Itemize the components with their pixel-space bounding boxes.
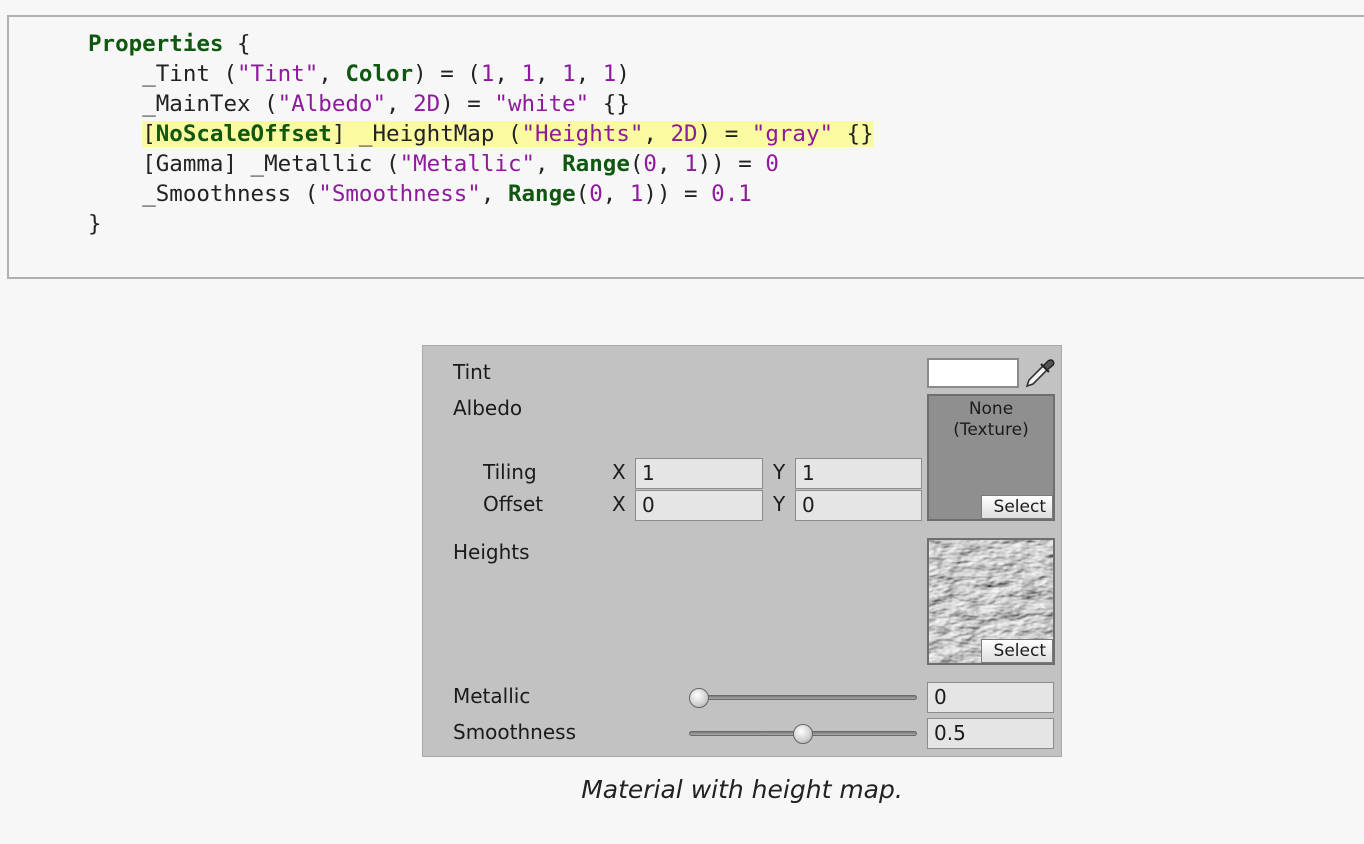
offset-x-label: X — [612, 492, 626, 516]
albedo-slot-text: None (Texture) — [953, 399, 1029, 440]
offset-label: Offset — [483, 492, 544, 516]
smoothness-slider-thumb[interactable] — [793, 724, 813, 744]
tiling-y-field[interactable]: 1 — [795, 458, 922, 489]
metallic-slider-track[interactable] — [689, 695, 917, 700]
code-line-7: } — [88, 211, 102, 237]
heights-select-button[interactable]: Select — [981, 639, 1053, 663]
code-line-1: Properties { — [88, 31, 251, 57]
smoothness-value-field[interactable]: 0.5 — [927, 718, 1054, 749]
offset-y-field[interactable]: 0 — [795, 490, 922, 521]
tiling-x-label: X — [612, 460, 626, 484]
code-line-5: [Gamma] _Metallic ("Metallic", Range(0, … — [142, 151, 779, 177]
tint-color-field[interactable] — [927, 358, 1019, 388]
smoothness-label: Smoothness — [453, 720, 576, 744]
shader-properties-code: Properties { _Tint ("Tint", Color) = (1,… — [88, 29, 874, 239]
albedo-select-button[interactable]: Select — [981, 495, 1053, 519]
tiling-label: Tiling — [483, 460, 537, 484]
metallic-label: Metallic — [453, 684, 531, 708]
offset-x-field[interactable]: 0 — [635, 490, 763, 521]
code-line-4: [NoScaleOffset] _HeightMap ("Heights", 2… — [88, 119, 874, 149]
metallic-value-field[interactable]: 0 — [927, 682, 1054, 713]
code-line-6: _Smoothness ("Smoothness", Range(0, 1)) … — [142, 181, 752, 207]
figure-caption: Material with height map. — [581, 775, 903, 804]
tiling-y-label: Y — [773, 460, 786, 484]
metallic-slider-thumb[interactable] — [689, 688, 709, 708]
heights-label: Heights — [453, 540, 530, 564]
material-inspector: Tint Albedo None (Texture) Select Tiling… — [422, 345, 1062, 757]
albedo-label: Albedo — [453, 396, 523, 420]
albedo-texture-slot[interactable]: None (Texture) Select — [927, 394, 1055, 521]
eyedropper-icon[interactable] — [1023, 356, 1057, 390]
code-line-3: _MainTex ("Albedo", 2D) = "white" {} — [142, 91, 630, 117]
highlighted-line: [NoScaleOffset] _HeightMap ("Heights", 2… — [142, 121, 874, 147]
offset-y-label: Y — [773, 492, 786, 516]
code-line-2: _Tint ("Tint", Color) = (1, 1, 1, 1) — [142, 61, 630, 87]
tiling-x-field[interactable]: 1 — [635, 458, 763, 489]
heights-texture-slot[interactable]: Select — [927, 538, 1055, 665]
tint-label: Tint — [453, 360, 491, 384]
